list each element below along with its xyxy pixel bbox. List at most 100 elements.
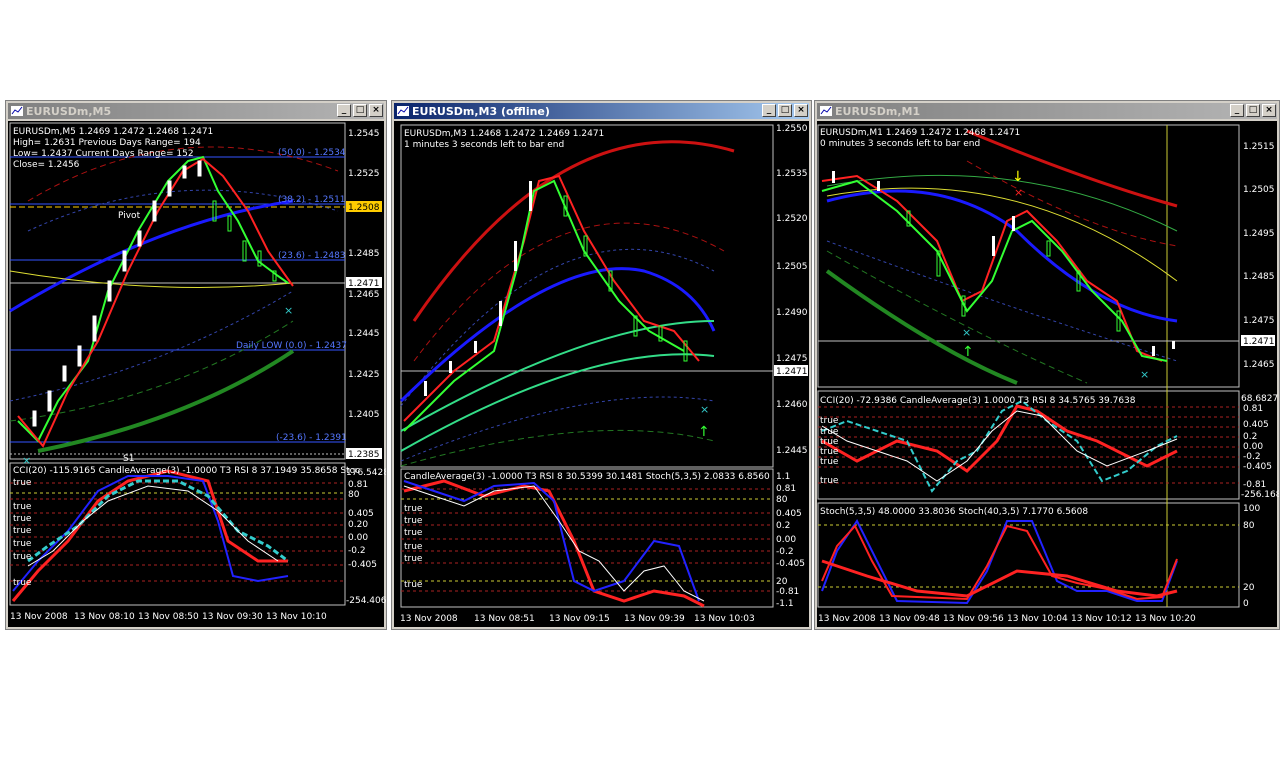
chart-icon [820, 106, 832, 116]
red-band-dash [413, 222, 725, 362]
true-label: true [404, 542, 423, 552]
ind-tick: 0.81 [348, 480, 368, 490]
chart-area[interactable]: ↓ × × ↑ × EURUSDm,M1 1.2469 1.2472 1.246… [817, 121, 1282, 629]
true-label: true [13, 478, 32, 488]
price-tick: 1.2465 [1243, 360, 1275, 370]
price-tick: 1.2525 [348, 169, 380, 179]
ind2-tick: 0 [1243, 599, 1249, 609]
bottom-price: 1.2385 [348, 450, 380, 460]
price-tick: 1.2475 [1243, 316, 1275, 326]
chart-area[interactable]: × × EURUSDm,M5 1.2469 1.2472 1.2468 1.24… [8, 121, 389, 629]
maximize-button[interactable]: □ [778, 104, 792, 117]
true-label: true [404, 580, 423, 590]
info-line-2: 1 minutes 3 seconds left to bar end [404, 140, 564, 150]
green-ma-2 [400, 353, 715, 452]
info-line-1: EURUSDm,M3 1.2468 1.2472 1.2469 1.2471 [404, 129, 604, 139]
window-title: EURUSDm,M1 [835, 104, 921, 118]
ind-tick: 176.5428 [346, 468, 386, 478]
price-tick: 1.2445 [348, 329, 380, 339]
ind1-tick: 0.81 [1243, 404, 1263, 414]
chart-canvas-m5[interactable]: × × EURUSDm,M5 1.2469 1.2472 1.2468 1.24… [8, 121, 389, 629]
cyan-x-marker: × [284, 304, 293, 317]
window-title: EURUSDm,M3 (offline) [412, 104, 550, 118]
fib-label-daily-low: Daily LOW (0.0) - 1.2437 [236, 341, 347, 351]
time-tick: 13 Nov 09:30 [202, 612, 263, 622]
pivot-price: 1.2508 [348, 203, 380, 213]
ind2-tick: 100 [1243, 504, 1260, 514]
ind-tick: 0.81 [776, 484, 796, 494]
main-pane-border [400, 124, 774, 468]
info-line-2: High= 1.2631 Previous Days Range= 194 [13, 138, 201, 148]
maximize-button[interactable]: □ [353, 104, 367, 117]
info-line-1: EURUSDm,M5 1.2469 1.2472 1.2468 1.2471 [13, 127, 213, 137]
true-label: true [820, 427, 839, 437]
ind1-tick: 0.2 [1243, 432, 1257, 442]
price-tick: 1.2475 [776, 354, 808, 364]
true-label: true [13, 502, 32, 512]
ind-tick: -0.2 [776, 547, 794, 557]
close-button[interactable]: × [1262, 104, 1276, 117]
green-price-line [403, 179, 685, 432]
minimize-button[interactable]: _ [337, 104, 351, 117]
blue-ma-line [399, 267, 716, 403]
maximize-button[interactable]: □ [1246, 104, 1260, 117]
cyan-x-marker-bottom: × [1140, 368, 1149, 381]
time-tick: 13 Nov 09:15 [549, 614, 610, 624]
green-price-line [821, 179, 1168, 362]
close-button[interactable]: × [369, 104, 383, 117]
title-bar[interactable]: EURUSDm,M3 (offline) _ □ × [394, 103, 809, 119]
indicator1-header: CCI(20) -72.9386 CandleAverage(3) 1.0000… [820, 396, 1136, 406]
true-label: true [13, 578, 32, 588]
chart-canvas-m1[interactable]: ↓ × × ↑ × EURUSDm,M1 1.2469 1.2472 1.246… [817, 121, 1282, 629]
price-tick: 1.2535 [776, 169, 808, 179]
ind-tick: 20 [776, 577, 788, 587]
price-tick: 1.2495 [1243, 229, 1275, 239]
minimize-button[interactable]: _ [762, 104, 776, 117]
ind-tick: -0.405 [776, 559, 805, 569]
ind1-tick: -0.405 [1243, 462, 1272, 472]
price-tick: 1.2520 [776, 214, 808, 224]
green-band-low [400, 429, 715, 467]
chart-icon [11, 106, 23, 116]
lower-band-green [9, 320, 294, 422]
ind-tick: -1.1 [776, 599, 794, 609]
true-label: true [404, 516, 423, 526]
chart-canvas-m3[interactable]: × ↑ EURUSDm,M3 1.2468 1.2472 1.2469 1.24… [394, 121, 811, 629]
cci-cyan [821, 399, 1178, 493]
ind1-tick: -256.168 [1241, 490, 1279, 500]
price-tick: 1.2405 [348, 410, 380, 420]
true-label: true [820, 447, 839, 457]
fib-label-38: (38.2) - 1.2511 [278, 195, 346, 205]
chart-window-m1[interactable]: EURUSDm,M1 _ □ × ↓ × × ↑ × EURUSDm,M1 1.… [814, 100, 1282, 630]
ind-tick: 0.00 [348, 533, 368, 543]
true-label: true [820, 476, 839, 486]
ind1-tick: -0.81 [1243, 480, 1266, 490]
main-pane-border [817, 124, 1240, 388]
chart-window-m3[interactable]: EURUSDm,M3 (offline) _ □ × × ↑ EURUSDm,M… [391, 100, 812, 630]
indicator-header: CCI(20) -115.9165 CandleAverage(3) -1.00… [13, 466, 360, 476]
title-bar[interactable]: EURUSDm,M1 _ □ × [817, 103, 1277, 119]
info-line-3: Low= 1.2437 Current Days Range= 152 [13, 149, 194, 159]
ind-tick: 0.405 [348, 509, 374, 519]
true-label: true [13, 526, 32, 536]
chart-area[interactable]: × ↑ EURUSDm,M3 1.2468 1.2472 1.2469 1.24… [394, 121, 809, 627]
close-button[interactable]: × [794, 104, 808, 117]
price-tick: 1.2465 [348, 290, 380, 300]
info-line-2: 0 minutes 3 seconds left to bar end [820, 139, 980, 149]
candles-bear [212, 200, 277, 282]
info-line-4: Close= 1.2456 [13, 160, 80, 170]
true-label: true [13, 552, 32, 562]
indicator-pane-border [400, 468, 774, 608]
minimize-button[interactable]: _ [1230, 104, 1244, 117]
chart-window-m5[interactable]: EURUSDm,M5 _ □ × × × EURUSDm,M5 1.2469 1… [5, 100, 389, 630]
price-tick: 1.2505 [776, 262, 808, 272]
pivot-label: Pivot [118, 211, 141, 221]
red-band-thick [966, 129, 1178, 208]
time-tick: 13 Nov 09:39 [624, 614, 685, 624]
green-price-line [17, 155, 289, 443]
current-price: 1.2471 [348, 279, 380, 289]
ind-tick: -254.406 [346, 596, 386, 606]
title-bar[interactable]: EURUSDm,M5 _ □ × [8, 103, 384, 119]
indicator2-header: Stoch(5,3,5) 48.0000 33.8036 Stoch(40,3,… [820, 507, 1088, 517]
indicator1-levels [818, 406, 1239, 484]
